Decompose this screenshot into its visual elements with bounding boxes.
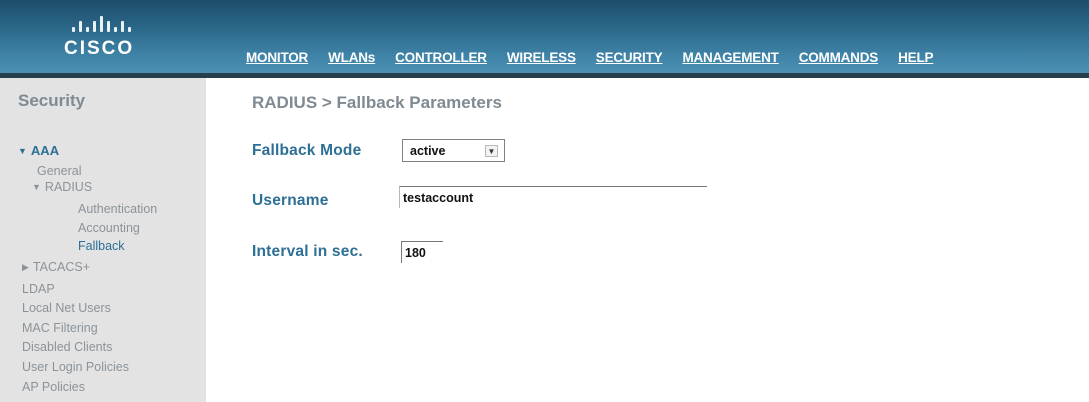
sidebar-item-fallback[interactable]: Fallback — [78, 239, 125, 253]
cisco-bridge-icon — [72, 14, 131, 32]
collapsed-triangle-icon: ▶ — [22, 262, 29, 272]
interval-field[interactable] — [401, 241, 443, 263]
sidebar-item-mac-filtering[interactable]: MAC Filtering — [22, 321, 98, 335]
expanded-triangle-icon: ▼ — [32, 182, 41, 192]
sidebar-item-local-net-users[interactable]: Local Net Users — [22, 301, 111, 315]
menu-help[interactable]: HELP — [888, 43, 943, 73]
top-navigation-bar: CISCO MONITOR WLANs CONTROLLER WIRELESS … — [0, 0, 1089, 78]
logo-wordmark: CISCO — [64, 38, 135, 59]
sidebar-item-disabled-clients[interactable]: Disabled Clients — [22, 340, 112, 354]
fallback-mode-select[interactable]: active ▼ — [402, 139, 505, 162]
app-window: CISCO MONITOR WLANs CONTROLLER WIRELESS … — [0, 0, 1089, 402]
sidebar-item-label: TACACS+ — [32, 260, 90, 274]
sidebar-item-ap-policies[interactable]: AP Policies — [22, 380, 85, 394]
sidebar-item-accounting[interactable]: Accounting — [78, 221, 140, 235]
menu-wlans[interactable]: WLANs — [318, 43, 385, 73]
menu-controller[interactable]: CONTROLLER — [385, 43, 497, 73]
sidebar-tree: ▼ AAA General ▼ RADIUS Authentication Acco… — [0, 78, 206, 402]
menu-security[interactable]: SECURITY — [586, 43, 673, 78]
page-title: RADIUS > Fallback Parameters — [252, 93, 502, 112]
sidebar-item-label: AAA — [30, 143, 60, 158]
expanded-triangle-icon: ▼ — [18, 146, 27, 156]
sidebar-item-user-login-policies[interactable]: User Login Policies — [22, 360, 129, 374]
interval-label: Interval in sec. — [252, 243, 363, 260]
fallback-mode-label: Fallback Mode — [252, 142, 362, 159]
dropdown-arrow-icon: ▼ — [485, 145, 498, 157]
sidebar-item-ldap[interactable]: LDAP — [22, 282, 55, 296]
main-content: RADIUS > Fallback Parameters Fallback Mo… — [206, 78, 1089, 402]
cisco-logo[interactable]: CISCO — [64, 14, 174, 64]
sidebar-item-label: RADIUS — [44, 180, 93, 194]
sidebar-item-general[interactable]: General — [37, 164, 81, 178]
fallback-mode-value: active — [410, 144, 446, 158]
sidebar-item-aaa[interactable]: ▼ AAA — [18, 143, 59, 158]
menu-management[interactable]: MANAGEMENT — [672, 43, 788, 73]
sidebar-item-authentication[interactable]: Authentication — [78, 202, 157, 216]
sidebar-item-tacacs[interactable]: ▶ TACACS+ — [22, 260, 90, 274]
menu-monitor[interactable]: MONITOR — [236, 43, 318, 73]
menu-commands[interactable]: COMMANDS — [789, 43, 888, 73]
main-menu: MONITOR WLANs CONTROLLER WIRELESS SECURI… — [236, 43, 943, 78]
sidebar: Security ▼ AAA General ▼ RADIUS Authentica… — [0, 78, 206, 402]
menu-wireless[interactable]: WIRELESS — [497, 43, 586, 73]
sidebar-item-radius[interactable]: ▼ RADIUS — [32, 180, 92, 194]
username-field[interactable] — [399, 186, 707, 208]
username-label: Username — [252, 192, 329, 209]
